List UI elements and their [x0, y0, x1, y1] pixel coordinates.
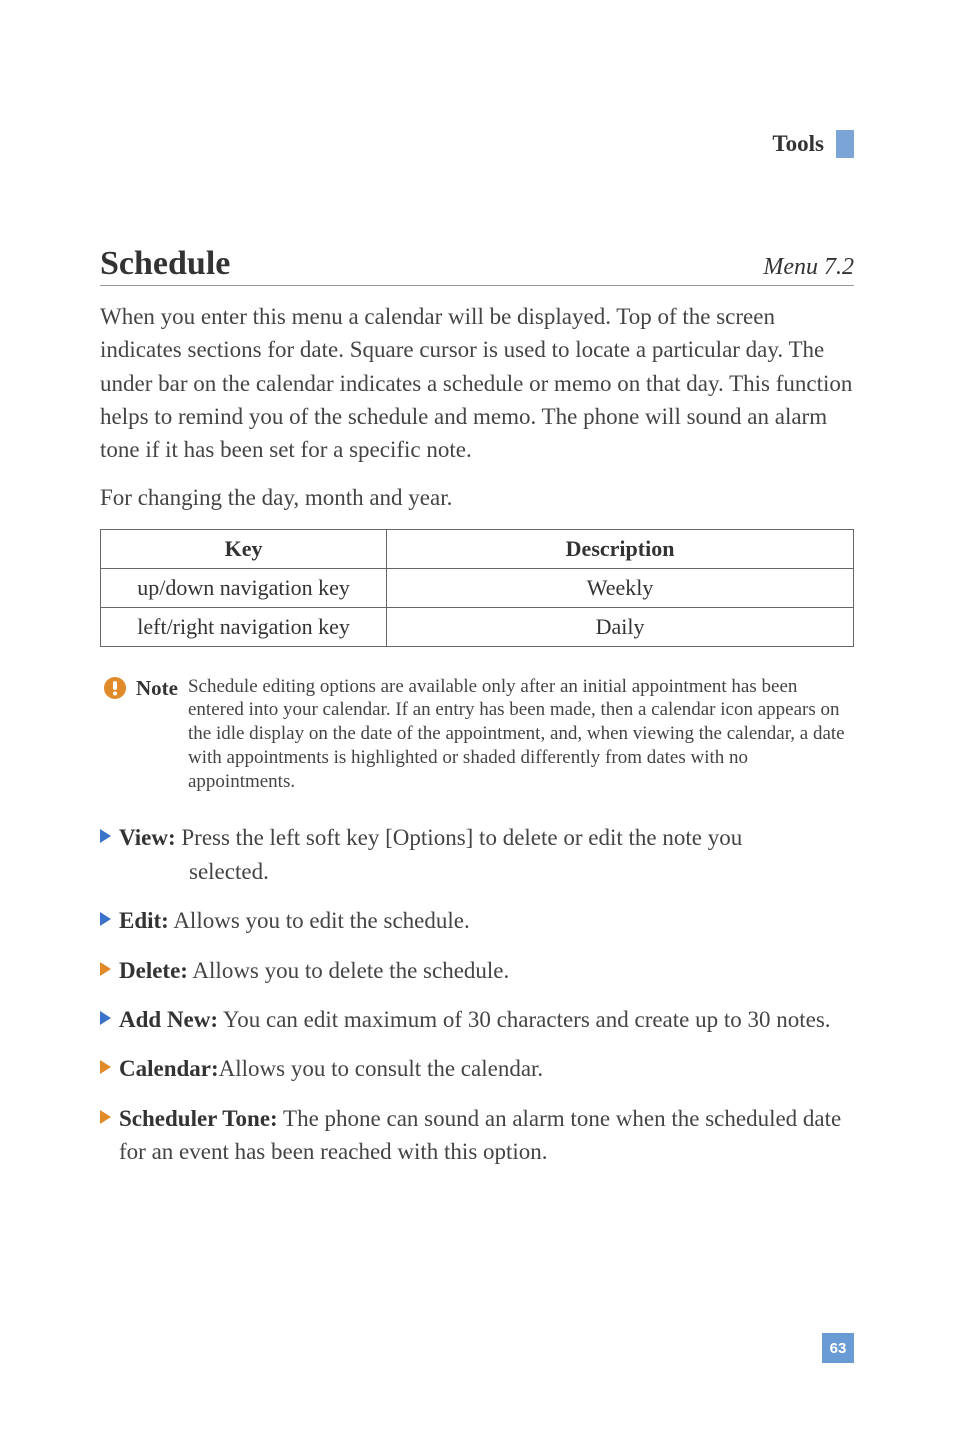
- bullet-label: View:: [119, 825, 176, 850]
- table-head-key: Key: [101, 529, 387, 568]
- key-description-table: Key Description up/down navigation key W…: [100, 529, 854, 647]
- bullet-text: Scheduler Tone: The phone can sound an a…: [119, 1102, 854, 1169]
- menu-reference: Menu 7.2: [763, 254, 854, 281]
- bullet-content: Allows you to delete the schedule.: [188, 958, 509, 983]
- table-cell-desc: Weekly: [387, 568, 854, 607]
- triangle-icon: [100, 1110, 111, 1124]
- bullet-content: Allows you to consult the calendar.: [219, 1056, 544, 1081]
- table-cell-key: up/down navigation key: [101, 568, 387, 607]
- exclamation-icon: [104, 677, 126, 699]
- triangle-icon: [100, 962, 111, 976]
- bullet-calendar: Calendar:Allows you to consult the calen…: [100, 1052, 854, 1085]
- bullet-text: Add New: You can edit maximum of 30 char…: [119, 1003, 831, 1036]
- section-title: Schedule: [100, 245, 230, 283]
- intro-paragraph: When you enter this menu a calendar will…: [100, 300, 854, 467]
- bullet-text: View: Press the left soft key [Options] …: [119, 821, 742, 888]
- header-title: Tools: [772, 131, 824, 157]
- table-row: up/down navigation key Weekly: [101, 568, 854, 607]
- bullet-label: Edit:: [119, 908, 169, 933]
- triangle-icon: [100, 1011, 111, 1025]
- triangle-icon: [100, 829, 111, 843]
- bullet-label: Add New:: [119, 1007, 218, 1032]
- page-header: Tools: [772, 130, 854, 158]
- bullet-content: Allows you to edit the schedule.: [169, 908, 470, 933]
- content-area: Schedule Menu 7.2 When you enter this me…: [100, 245, 854, 1184]
- bullet-label: Delete:: [119, 958, 188, 983]
- triangle-icon: [100, 912, 111, 926]
- table-head-desc: Description: [387, 529, 854, 568]
- table-cell-key: left/right navigation key: [101, 607, 387, 646]
- section-title-row: Schedule Menu 7.2: [100, 245, 854, 286]
- note-block: Note Schedule editing options are availa…: [100, 675, 854, 794]
- table-cell-desc: Daily: [387, 607, 854, 646]
- note-label: Note: [136, 675, 178, 794]
- bullet-text: Calendar:Allows you to consult the calen…: [119, 1052, 543, 1085]
- bullet-view: View: Press the left soft key [Options] …: [100, 821, 854, 888]
- table-row: left/right navigation key Daily: [101, 607, 854, 646]
- bullet-content-line2: selected.: [119, 855, 742, 888]
- bullet-content: You can edit maximum of 30 characters an…: [218, 1007, 831, 1032]
- triangle-icon: [100, 1060, 111, 1074]
- bullet-content-line1: Press the left soft key [Options] to del…: [176, 825, 743, 850]
- note-text: Schedule editing options are available o…: [188, 675, 854, 794]
- bullet-edit: Edit: Allows you to edit the schedule.: [100, 904, 854, 937]
- page-number: 63: [822, 1333, 854, 1363]
- bullet-label: Calendar:: [119, 1056, 219, 1081]
- bullet-add-new: Add New: You can edit maximum of 30 char…: [100, 1003, 854, 1036]
- bullet-text: Delete: Allows you to delete the schedul…: [119, 954, 509, 987]
- bullet-label: Scheduler Tone:: [119, 1106, 278, 1131]
- bullet-text: Edit: Allows you to edit the schedule.: [119, 904, 470, 937]
- table-header-row: Key Description: [101, 529, 854, 568]
- bullet-scheduler-tone: Scheduler Tone: The phone can sound an a…: [100, 1102, 854, 1169]
- header-marker-icon: [836, 130, 854, 158]
- bullet-delete: Delete: Allows you to delete the schedul…: [100, 954, 854, 987]
- sub-paragraph: For changing the day, month and year.: [100, 485, 854, 511]
